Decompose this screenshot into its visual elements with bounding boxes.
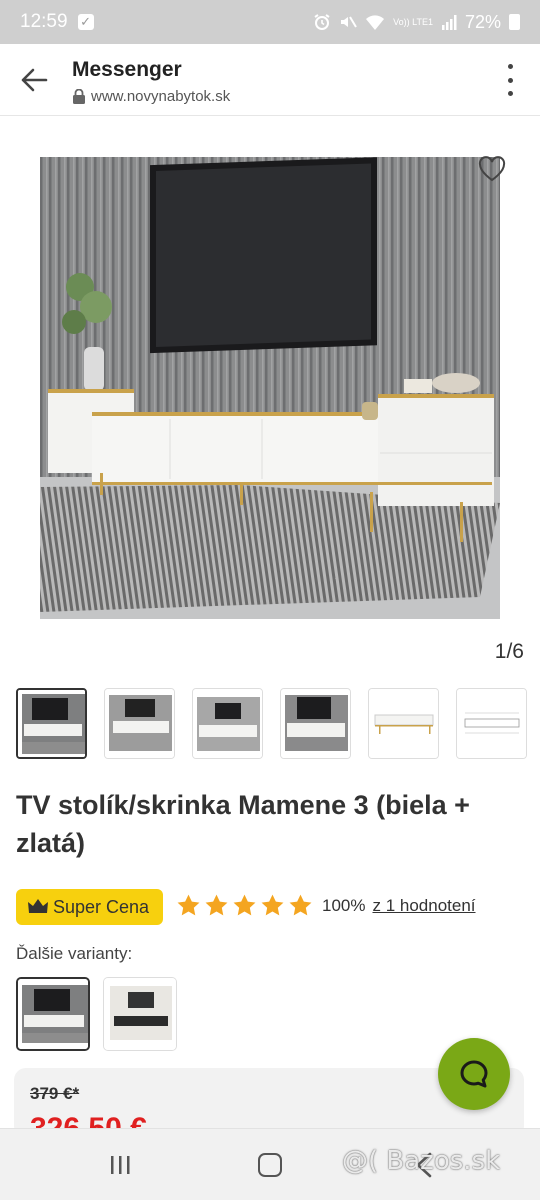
reviews-link[interactable]: z 1 hodnotení — [372, 896, 475, 916]
rating-percent: 100% — [322, 895, 366, 915]
thumbnail[interactable] — [192, 688, 263, 759]
star-icon — [261, 894, 284, 916]
wifi-icon — [366, 15, 385, 30]
favorite-heart-icon[interactable] — [478, 156, 506, 182]
lock-icon — [73, 89, 85, 104]
super-cena-badge: Super Cena — [16, 889, 163, 925]
battery-percent: 72% — [464, 11, 501, 32]
rating: 100% z 1 hodnotení — [176, 893, 476, 918]
signal-icon — [441, 15, 457, 30]
thumbnail[interactable] — [368, 688, 439, 759]
url-bar: www.novynabytok.sk — [72, 88, 230, 105]
status-icons: Vo)) LTE1 72% — [313, 12, 520, 33]
chat-bubble-icon — [460, 1060, 488, 1088]
recent-apps-icon[interactable] — [108, 1153, 132, 1177]
chat-button[interactable] — [438, 1038, 510, 1110]
lte-indicator: Vo)) LTE1 — [393, 16, 433, 27]
variant-option[interactable] — [103, 977, 177, 1051]
bazos-watermark: @( Bazos.sk — [342, 1146, 501, 1176]
thumbnail[interactable] — [16, 688, 87, 759]
variant-option[interactable] — [16, 977, 90, 1051]
thumbnail[interactable] — [280, 688, 351, 759]
star-icon — [289, 894, 312, 916]
mute-icon — [341, 16, 357, 28]
back-arrow-icon[interactable] — [16, 62, 52, 98]
crown-icon — [28, 899, 48, 913]
tv-stand-photo — [40, 157, 500, 619]
home-icon[interactable] — [258, 1153, 282, 1177]
product-title: TV stolík/skrinka Mamene 3 (biela + zlat… — [16, 790, 470, 858]
thumbnail-strip — [16, 688, 527, 759]
star-icon — [177, 894, 200, 916]
variants-label: Ďalšie varianty: — [16, 944, 133, 963]
status-bar: 12:59 ✓ Vo)) LTE1 72% — [0, 0, 540, 44]
star-icon — [205, 894, 228, 916]
alarm-icon — [314, 14, 330, 30]
image-counter: 1/6 — [494, 640, 524, 663]
thumbnail[interactable] — [456, 688, 527, 759]
variants-list — [16, 977, 177, 1051]
clock: 12:59 — [20, 11, 68, 32]
battery-icon — [509, 14, 520, 30]
page-title: Messenger — [72, 58, 182, 81]
old-price: 379 €* — [30, 1084, 80, 1103]
more-options-icon[interactable] — [506, 64, 514, 96]
app-bar: Messenger www.novynabytok.sk — [0, 44, 540, 116]
star-icon — [233, 894, 256, 916]
thumbnail[interactable] — [104, 688, 175, 759]
product-main-image[interactable] — [40, 157, 500, 619]
notification-check-icon: ✓ — [77, 14, 94, 30]
badge-label: Super Cena — [53, 896, 150, 917]
url-text: www.novynabytok.sk — [91, 88, 231, 105]
